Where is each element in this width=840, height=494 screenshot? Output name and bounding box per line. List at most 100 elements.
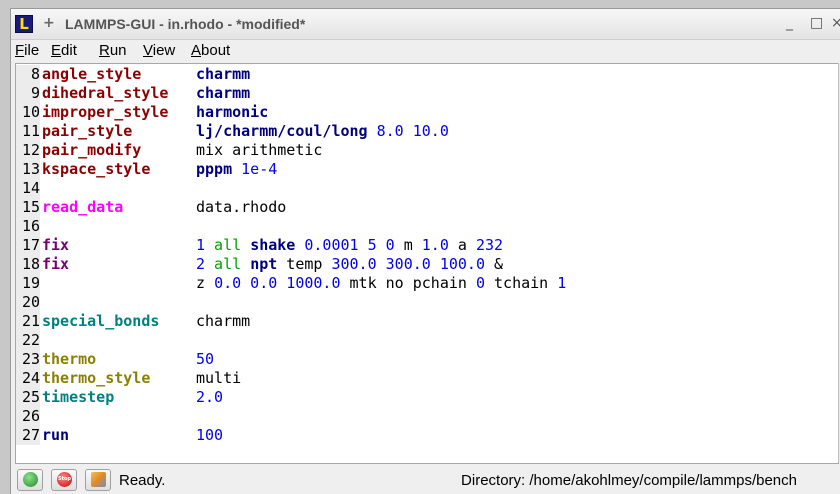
menu-view-mnemonic: V bbox=[143, 42, 153, 59]
argument-token: 0.0 0.0 1000.0 bbox=[214, 274, 341, 292]
line-number: 13 bbox=[16, 160, 40, 179]
command-arguments: charmm bbox=[196, 65, 250, 84]
argument-token: 0 bbox=[475, 274, 485, 292]
maximize-button[interactable]: □ bbox=[810, 15, 823, 31]
run-icon bbox=[23, 472, 38, 487]
line-number: 22 bbox=[16, 331, 40, 350]
argument-token: mix arithmetic bbox=[196, 141, 323, 159]
menu-about-label: bout bbox=[201, 42, 231, 59]
command-keyword: angle_style bbox=[42, 65, 142, 83]
argument-token: 1.0 bbox=[421, 236, 449, 254]
argument-token: temp bbox=[277, 255, 332, 273]
pin-icon[interactable]: + bbox=[43, 15, 55, 31]
argument-token: all bbox=[205, 236, 251, 254]
line-number: 26 bbox=[16, 407, 40, 426]
argument-token: npt bbox=[250, 255, 278, 273]
command-keyword: thermo_style bbox=[42, 369, 151, 387]
menu-view-label: iew bbox=[152, 42, 176, 59]
menu-edit-mnemonic: E bbox=[51, 42, 62, 59]
code-line[interactable]: 18 fix 2 all npt temp 300.0 300.0 100.0 & bbox=[16, 255, 836, 274]
code-line[interactable]: 10 improper_style harmonic bbox=[16, 103, 836, 122]
argument-token: 100 bbox=[196, 426, 224, 444]
command-arguments: mix arithmetic bbox=[196, 141, 322, 160]
code-line[interactable]: 9 dihedral_style charmm bbox=[16, 84, 836, 103]
argument-token: lj/charmm/coul/long bbox=[196, 122, 368, 140]
line-number: 24 bbox=[16, 369, 40, 388]
command-keyword: dihedral_style bbox=[42, 84, 169, 102]
menu-run-mnemonic: R bbox=[99, 42, 110, 59]
command-arguments: multi bbox=[196, 369, 241, 388]
command-keyword: special_bonds bbox=[42, 312, 160, 330]
code-line[interactable]: 27 run 100 bbox=[16, 426, 836, 445]
code-line[interactable]: 17 fix 1 all shake 0.0001 5 0 m 1.0 a 232 bbox=[16, 236, 836, 255]
code-line[interactable]: 26 bbox=[16, 407, 836, 426]
menu-run-label: un bbox=[109, 42, 127, 59]
argument-token: 1 bbox=[557, 274, 567, 292]
code-line[interactable]: 24 thermo_style multi bbox=[16, 369, 836, 388]
code-line[interactable]: 15 read_data data.rhodo bbox=[16, 198, 836, 217]
argument-token: multi bbox=[196, 369, 242, 387]
line-number: 12 bbox=[16, 141, 40, 160]
command-keyword: fix bbox=[42, 255, 70, 273]
code-line[interactable]: 12 pair_modify mix arithmetic bbox=[16, 141, 836, 160]
code-line[interactable]: 16 bbox=[16, 217, 836, 236]
status-directory-text: Directory: /home/akohlmey/compile/lammps… bbox=[461, 472, 797, 489]
line-number: 11 bbox=[16, 122, 40, 141]
argument-token: mtk no pchain bbox=[340, 274, 476, 292]
menu-edit[interactable]: Edit bbox=[51, 42, 77, 59]
argument-token: m bbox=[403, 236, 422, 254]
command-arguments: 100 bbox=[196, 426, 223, 445]
command-keyword: pair_modify bbox=[42, 141, 142, 159]
visualize-button[interactable] bbox=[85, 469, 111, 491]
status-ready-text: Ready. bbox=[119, 472, 166, 489]
command-arguments: 1 all shake 0.0001 5 0 m 1.0 a 232 bbox=[196, 236, 503, 255]
menu-about[interactable]: About bbox=[191, 42, 230, 59]
menu-run[interactable]: Run bbox=[99, 42, 127, 59]
argument-token: 1e-4 bbox=[232, 160, 278, 178]
code-line[interactable]: 23 thermo 50 bbox=[16, 350, 836, 369]
argument-token: data.rhodo bbox=[196, 198, 287, 216]
line-number: 19 bbox=[16, 274, 40, 293]
close-button[interactable]: × bbox=[831, 15, 840, 31]
menu-file[interactable]: File bbox=[15, 42, 39, 59]
argument-token: tchain bbox=[485, 274, 558, 292]
line-number: 16 bbox=[16, 217, 40, 236]
stop-button[interactable]: Stop bbox=[51, 469, 77, 491]
code-line[interactable]: 21 special_bonds charmm bbox=[16, 312, 836, 331]
line-number: 23 bbox=[16, 350, 40, 369]
command-keyword: kspace_style bbox=[42, 160, 151, 178]
lammps-app-icon[interactable]: L bbox=[15, 15, 33, 33]
command-arguments: 2.0 bbox=[196, 388, 223, 407]
window-title: LAMMPS-GUI - in.rhodo - *modified* bbox=[65, 16, 306, 32]
command-arguments: 2 all npt temp 300.0 300.0 100.0 & bbox=[196, 255, 503, 274]
code-line[interactable]: 25 timestep 2.0 bbox=[16, 388, 836, 407]
argument-token: a bbox=[448, 236, 476, 254]
line-number: 25 bbox=[16, 388, 40, 407]
command-keyword: improper_style bbox=[42, 103, 169, 121]
code-line[interactable]: 14 bbox=[16, 179, 836, 198]
argument-token: 50 bbox=[196, 350, 215, 368]
code-editor[interactable]: 8 angle_style charmm 9 dihedral_style charmm 1… bbox=[15, 63, 839, 464]
code-line[interactable]: 8 angle_style charmm bbox=[16, 65, 836, 84]
code-line[interactable]: 20 bbox=[16, 293, 836, 312]
command-keyword: thermo bbox=[42, 350, 97, 368]
command-arguments: charmm bbox=[196, 312, 250, 331]
menu-view[interactable]: View bbox=[143, 42, 175, 59]
argument-token: 8.0 10.0 bbox=[367, 122, 449, 140]
command-arguments: harmonic bbox=[196, 103, 268, 122]
code-line[interactable]: 11 pair_style lj/charmm/coul/long 8.0 10.0 bbox=[16, 122, 836, 141]
run-button[interactable] bbox=[17, 469, 43, 491]
minimize-button[interactable]: _ bbox=[786, 15, 793, 31]
title-bar[interactable]: L + LAMMPS-GUI - in.rhodo - *modified* _… bbox=[11, 9, 840, 40]
line-number: 14 bbox=[16, 179, 40, 198]
line-number: 17 bbox=[16, 236, 40, 255]
visualize-icon bbox=[91, 472, 106, 487]
argument-token: charmm bbox=[196, 65, 251, 83]
command-keyword: fix bbox=[42, 236, 70, 254]
code-line[interactable]: 13 kspace_style pppm 1e-4 bbox=[16, 160, 836, 179]
menu-file-label: ile bbox=[24, 42, 40, 59]
argument-token: 232 bbox=[475, 236, 504, 254]
code-line[interactable]: 22 bbox=[16, 331, 836, 350]
code-line[interactable]: 19 z 0.0 0.0 1000.0 mtk no pchain 0 tchai… bbox=[16, 274, 836, 293]
argument-token: charmm bbox=[196, 84, 251, 102]
